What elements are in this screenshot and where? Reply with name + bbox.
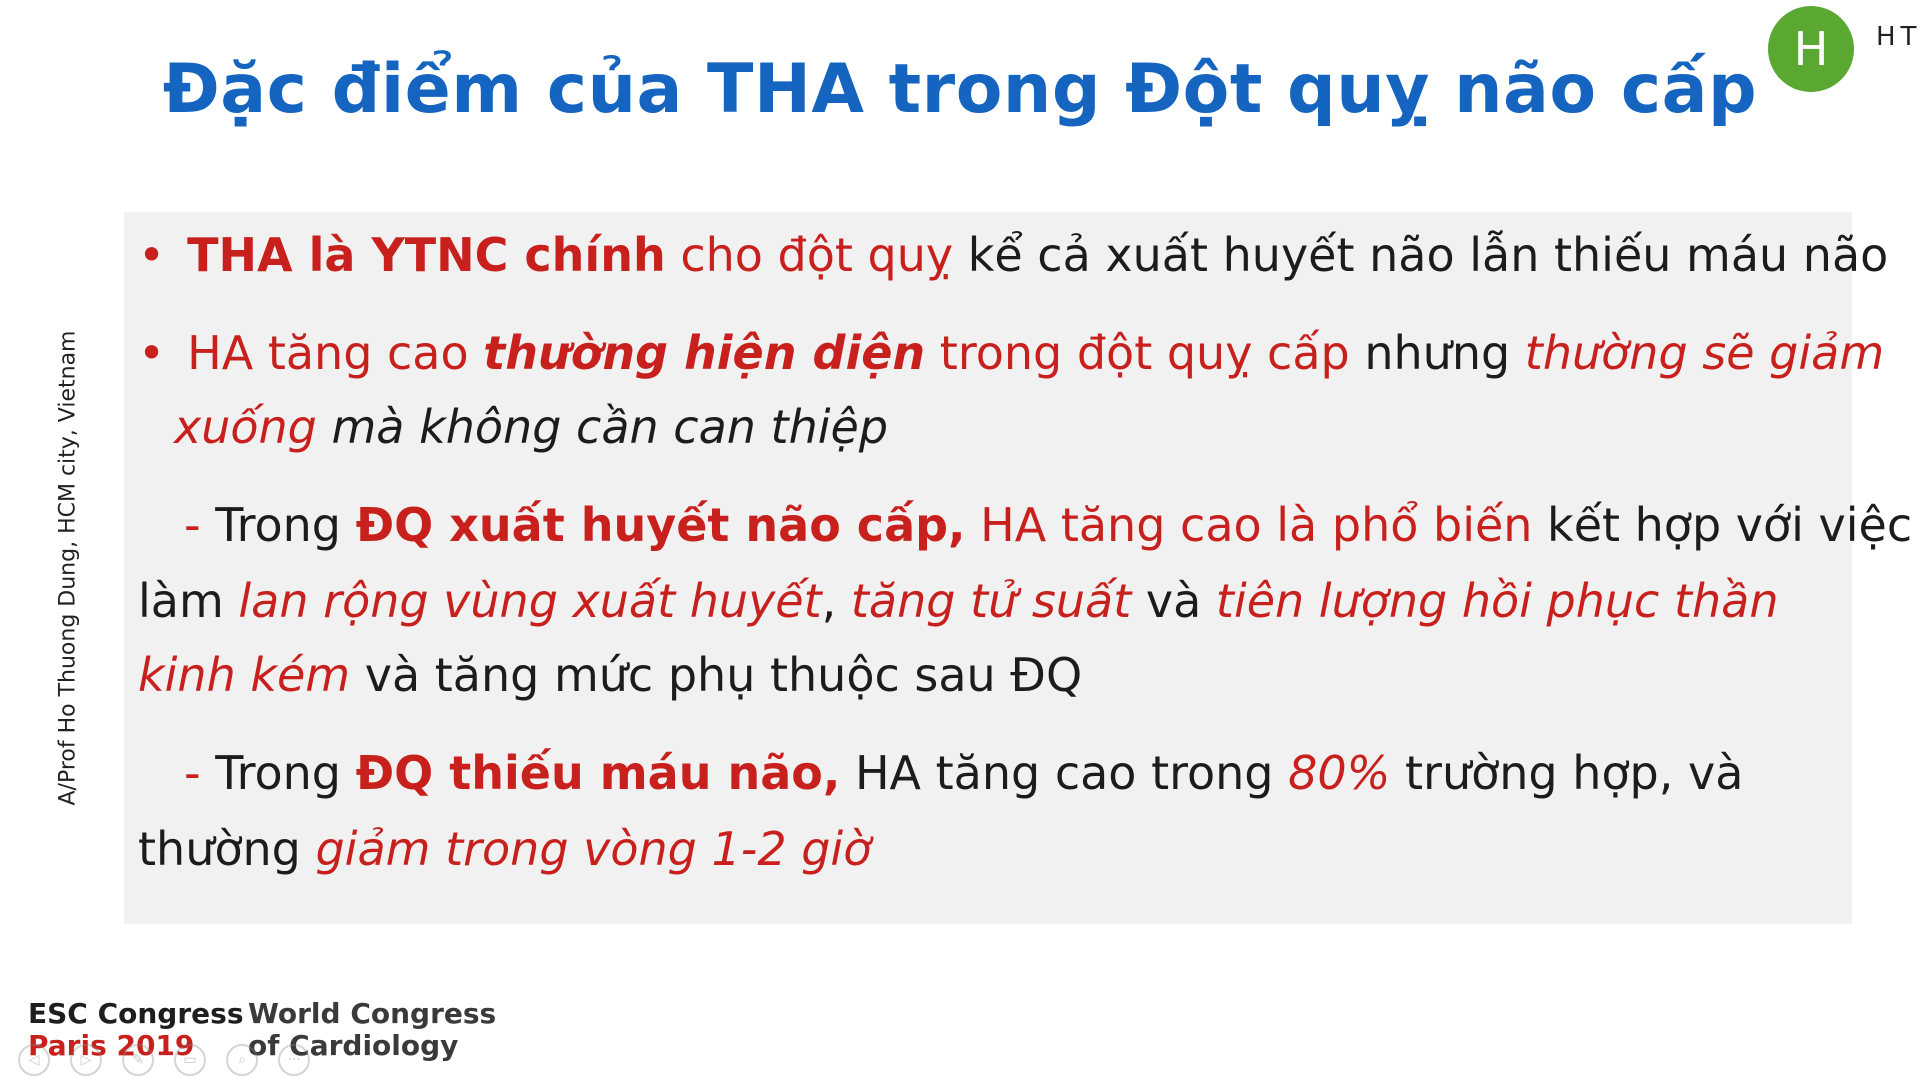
- text-run: kết hợp với việc: [1532, 498, 1913, 552]
- text-run: làm: [138, 574, 239, 628]
- text-run: kể cả xuất huyết não lẫn thiếu máu não: [953, 228, 1889, 282]
- next-icon[interactable]: ▷: [70, 1044, 102, 1076]
- subpoint-2-line-2: thường giảm trong vòng 1-2 giờ: [138, 826, 871, 872]
- text-run: ĐQ thiếu máu não,: [355, 746, 841, 800]
- slideshow-controls: ◁ ▷ ✎ ▭ ⌕ ···: [18, 1044, 310, 1076]
- presenter-initials: HT: [1876, 22, 1920, 52]
- esc-congress-text: ESC Congress: [28, 997, 244, 1030]
- bullet-2-line-2: xuống mà không cần can thiệp: [174, 404, 888, 450]
- text-run: Trong: [215, 498, 356, 552]
- text-run: ĐQ xuất huyết não cấp,: [355, 498, 966, 552]
- text-run: mà không cần can thiệp: [316, 400, 889, 454]
- text-run: tăng tử suất: [850, 574, 1132, 628]
- text-run: Trong: [215, 746, 356, 800]
- text-run: HA tăng cao: [187, 326, 484, 380]
- author-credit: A/Prof Ho Thuong Dung, HCM city, Vietnam: [55, 330, 81, 806]
- text-run: xuống: [174, 400, 317, 454]
- text-run: HA tăng cao trong: [840, 746, 1289, 800]
- text-run: giảm trong vòng 1-2 giờ: [315, 822, 872, 876]
- text-run: trong đột quỵ cấp: [925, 326, 1350, 380]
- more-icon[interactable]: ···: [278, 1044, 310, 1076]
- text-run: tiên lượng hồi phục thần: [1215, 574, 1779, 628]
- bullet-marker: •: [138, 326, 166, 380]
- text-run: ,: [821, 574, 851, 628]
- slides-icon[interactable]: ▭: [174, 1044, 206, 1076]
- subpoint-1-line-3: kinh kém và tăng mức phụ thuộc sau ĐQ: [138, 652, 1082, 698]
- bullet-1: • THA là YTNC chính cho đột quỵ kể cả xuấ…: [138, 232, 1888, 278]
- zoom-icon[interactable]: ⌕: [226, 1044, 258, 1076]
- text-run: nhưng: [1349, 326, 1525, 380]
- subpoint-1-line-1: - Trong ĐQ xuất huyết não cấp, HA tăng c…: [184, 502, 1912, 548]
- text-run: -: [184, 746, 216, 800]
- text-run: 80%: [1288, 746, 1391, 800]
- text-run: và tăng mức phụ thuộc sau ĐQ: [350, 648, 1083, 702]
- content-box: [124, 212, 1852, 924]
- presenter-avatar[interactable]: H: [1768, 6, 1854, 92]
- text-run: trường hợp, và: [1390, 746, 1744, 800]
- text-run: thường: [138, 822, 316, 876]
- text-run: HA tăng cao là phổ biến: [965, 498, 1533, 552]
- bullet-2-line-1: • HA tăng cao thường hiện diện trong đột …: [138, 330, 1884, 376]
- subpoint-2-line-1: - Trong ĐQ thiếu máu não, HA tăng cao tr…: [184, 750, 1743, 796]
- text-run: thường hiện diện: [483, 326, 926, 380]
- subpoint-1-line-2: làm lan rộng vùng xuất huyết, tăng tử su…: [138, 578, 1779, 624]
- text-run: lan rộng vùng xuất huyết: [238, 574, 822, 628]
- text-run: THA là YTNC chính: [187, 228, 666, 282]
- text-run: kinh kém: [138, 648, 351, 702]
- slide-title: Đặc điểm của THA trong Đột quỵ não cấp: [162, 50, 1758, 129]
- wcc-line-1: World Congress: [248, 997, 497, 1030]
- pen-icon[interactable]: ✎: [122, 1044, 154, 1076]
- prev-icon[interactable]: ◁: [18, 1044, 50, 1076]
- bullet-marker: •: [138, 228, 166, 282]
- text-run: -: [184, 498, 216, 552]
- text-run: thường sẽ giảm: [1524, 326, 1885, 380]
- text-run: cho đột quỵ: [665, 228, 954, 282]
- text-run: và: [1131, 574, 1216, 628]
